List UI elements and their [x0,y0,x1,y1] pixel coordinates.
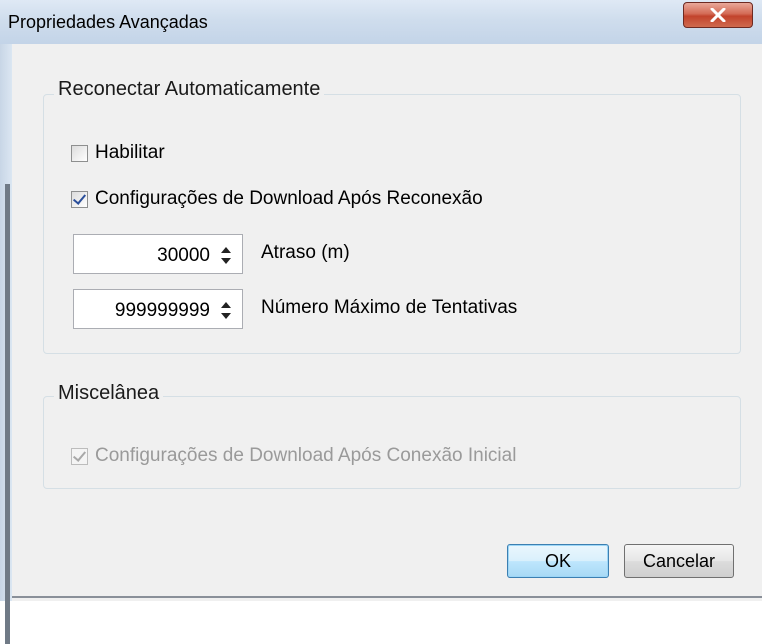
max-attempts-value[interactable]: 999999999 [115,300,210,322]
download-after-initial-option: Configurações de Download Após Conexão I… [71,445,516,467]
download-after-initial-checkbox [71,447,88,465]
close-icon [710,8,726,22]
download-after-initial-label: Configurações de Download Após Conexão I… [95,445,517,466]
chevron-down-icon[interactable] [221,313,231,319]
delay-spinbox[interactable]: 30000 [73,234,243,274]
delay-label: Atraso (m) [261,242,350,263]
reconnect-group-label: Reconectar Automaticamente [54,78,325,101]
title-bar[interactable]: Propriedades Avançadas [0,0,762,45]
chevron-down-icon[interactable] [221,258,231,264]
delay-value[interactable]: 30000 [157,245,210,267]
enable-label[interactable]: Habilitar [95,142,165,164]
max-attempts-spin-arrows[interactable] [216,294,238,326]
enable-checkbox[interactable] [71,144,88,162]
download-after-reconnect-option[interactable]: Configurações de Download Após Reconexão [71,188,483,210]
window-bottom-border [12,596,762,598]
download-after-reconnect-checkbox[interactable] [71,190,88,208]
max-attempts-spinbox[interactable]: 999999999 [73,289,243,329]
border-shadow [5,184,10,644]
window-left-border [0,44,12,644]
max-attempts-label: Número Máximo de Tentativas [261,297,518,318]
misc-group [43,396,741,489]
enable-option[interactable]: Habilitar [71,142,165,164]
ok-button[interactable]: OK [507,544,609,578]
cancel-button[interactable]: Cancelar [624,544,734,578]
window-title: Propriedades Avançadas [8,12,208,32]
chevron-up-icon[interactable] [221,247,231,253]
close-button[interactable] [683,2,753,28]
misc-group-label: Miscelânea [54,382,164,405]
dialog-client-area: Reconectar Automaticamente Habilitar Con… [12,44,762,601]
download-after-reconnect-label[interactable]: Configurações de Download Após Reconexão [95,188,483,210]
dialog-window: Propriedades Avançadas Reconectar Automa… [0,0,762,644]
delay-spin-arrows[interactable] [216,239,238,271]
chevron-up-icon[interactable] [221,302,231,308]
